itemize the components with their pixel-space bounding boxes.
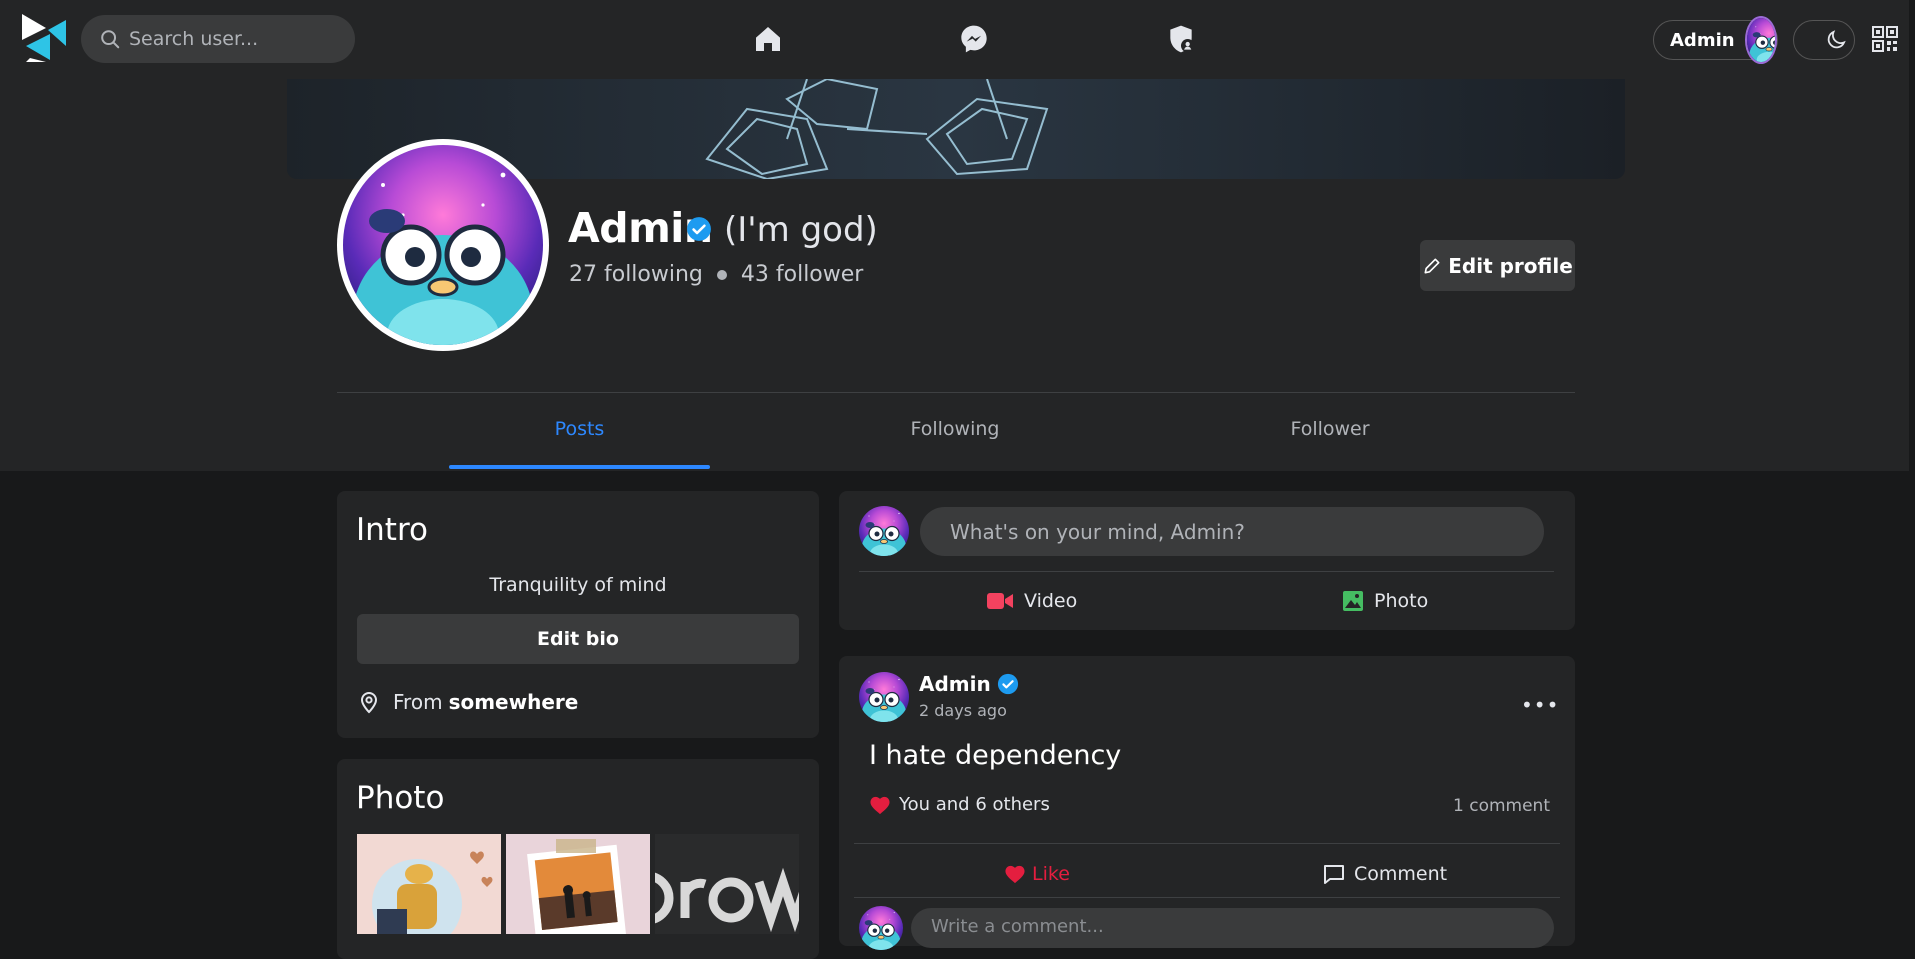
heart-icon <box>870 796 890 814</box>
edit-bio-button[interactable]: Edit bio <box>357 614 799 664</box>
divider <box>854 897 1560 898</box>
comments-count[interactable]: 1 comment <box>1453 796 1550 816</box>
comment-placeholder: Write a comment... <box>931 916 1104 937</box>
comment-icon <box>1324 865 1344 884</box>
search-icon <box>101 30 120 49</box>
location-prefix: From <box>393 690 443 714</box>
tab-posts[interactable]: Posts <box>449 418 710 452</box>
photo-thumbnail[interactable] <box>357 834 501 934</box>
like-button[interactable]: Like <box>1004 859 1070 889</box>
user-menu[interactable]: Admin <box>1653 16 1778 64</box>
dark-mode-toggle[interactable] <box>1793 20 1855 60</box>
home-icon[interactable] <box>749 20 787 58</box>
post-content: I hate dependency <box>869 740 1122 771</box>
comment-button[interactable]: Comment <box>1322 859 1447 889</box>
bio-text: Tranquility of mind <box>489 574 667 596</box>
tab-following[interactable]: Following <box>830 418 1080 452</box>
messenger-icon[interactable] <box>955 20 993 58</box>
more-options-icon[interactable]: ••• <box>1521 693 1559 717</box>
tab-follower[interactable]: Follower <box>1205 418 1455 452</box>
comment-input[interactable]: Write a comment... <box>911 908 1554 948</box>
edit-profile-label: Edit profile <box>1448 253 1573 278</box>
divider <box>337 392 1575 393</box>
intro-title: Intro <box>356 512 428 548</box>
qr-code-icon[interactable] <box>1872 26 1898 52</box>
photo-thumbnail[interactable] <box>655 834 799 934</box>
post-author-name: Admin <box>919 672 991 696</box>
likes-summary[interactable]: You and 6 others <box>869 794 1050 815</box>
like-label: Like <box>1032 863 1070 885</box>
following-count[interactable]: 27 following <box>569 262 703 287</box>
likes-text: You and 6 others <box>899 794 1050 815</box>
avatar <box>859 906 903 950</box>
video-camera-icon <box>987 593 1013 609</box>
avatar <box>1744 16 1777 64</box>
comment-label: Comment <box>1354 863 1448 885</box>
divider <box>854 843 1560 844</box>
separator-dot <box>716 269 727 280</box>
profile-avatar[interactable] <box>337 139 549 351</box>
profile-stats: 27 following 43 follower <box>569 262 863 287</box>
admin-shield-icon[interactable] <box>1162 20 1200 58</box>
avatar[interactable] <box>859 506 909 556</box>
follower-count[interactable]: 43 follower <box>741 262 863 287</box>
video-button[interactable]: Video <box>986 586 1077 616</box>
profile-tagline: (I'm god) <box>724 210 878 250</box>
photo-thumbnail[interactable] <box>506 834 650 934</box>
avatar[interactable] <box>859 672 909 722</box>
pencil-icon <box>1424 258 1440 273</box>
search-input[interactable]: Search user... <box>129 28 258 50</box>
moon-icon <box>1827 30 1846 49</box>
photo-button[interactable]: Photo <box>1342 586 1428 616</box>
photo-label: Photo <box>1374 590 1429 612</box>
heart-icon <box>1005 865 1025 884</box>
image-icon <box>1343 591 1363 611</box>
composer-placeholder: What's on your mind, Admin? <box>950 519 1245 544</box>
divider <box>859 571 1554 572</box>
composer-input[interactable]: What's on your mind, Admin? <box>920 507 1544 556</box>
active-tab-indicator <box>449 465 710 469</box>
location-row: From somewhere <box>357 690 578 714</box>
verified-badge-icon <box>686 216 712 242</box>
location-value: somewhere <box>448 690 579 714</box>
location-pin-icon <box>360 692 378 714</box>
app-logo-icon[interactable] <box>20 12 68 64</box>
edit-profile-button[interactable]: Edit profile <box>1420 240 1575 291</box>
post-timestamp[interactable]: 2 days ago <box>919 701 1007 720</box>
post-author[interactable]: Admin <box>919 672 1019 696</box>
video-label: Video <box>1024 590 1078 612</box>
user-name: Admin <box>1670 29 1735 51</box>
photo-title: Photo <box>356 780 445 816</box>
search-bar[interactable]: Search user... <box>81 15 355 63</box>
verified-badge-icon <box>997 673 1019 695</box>
